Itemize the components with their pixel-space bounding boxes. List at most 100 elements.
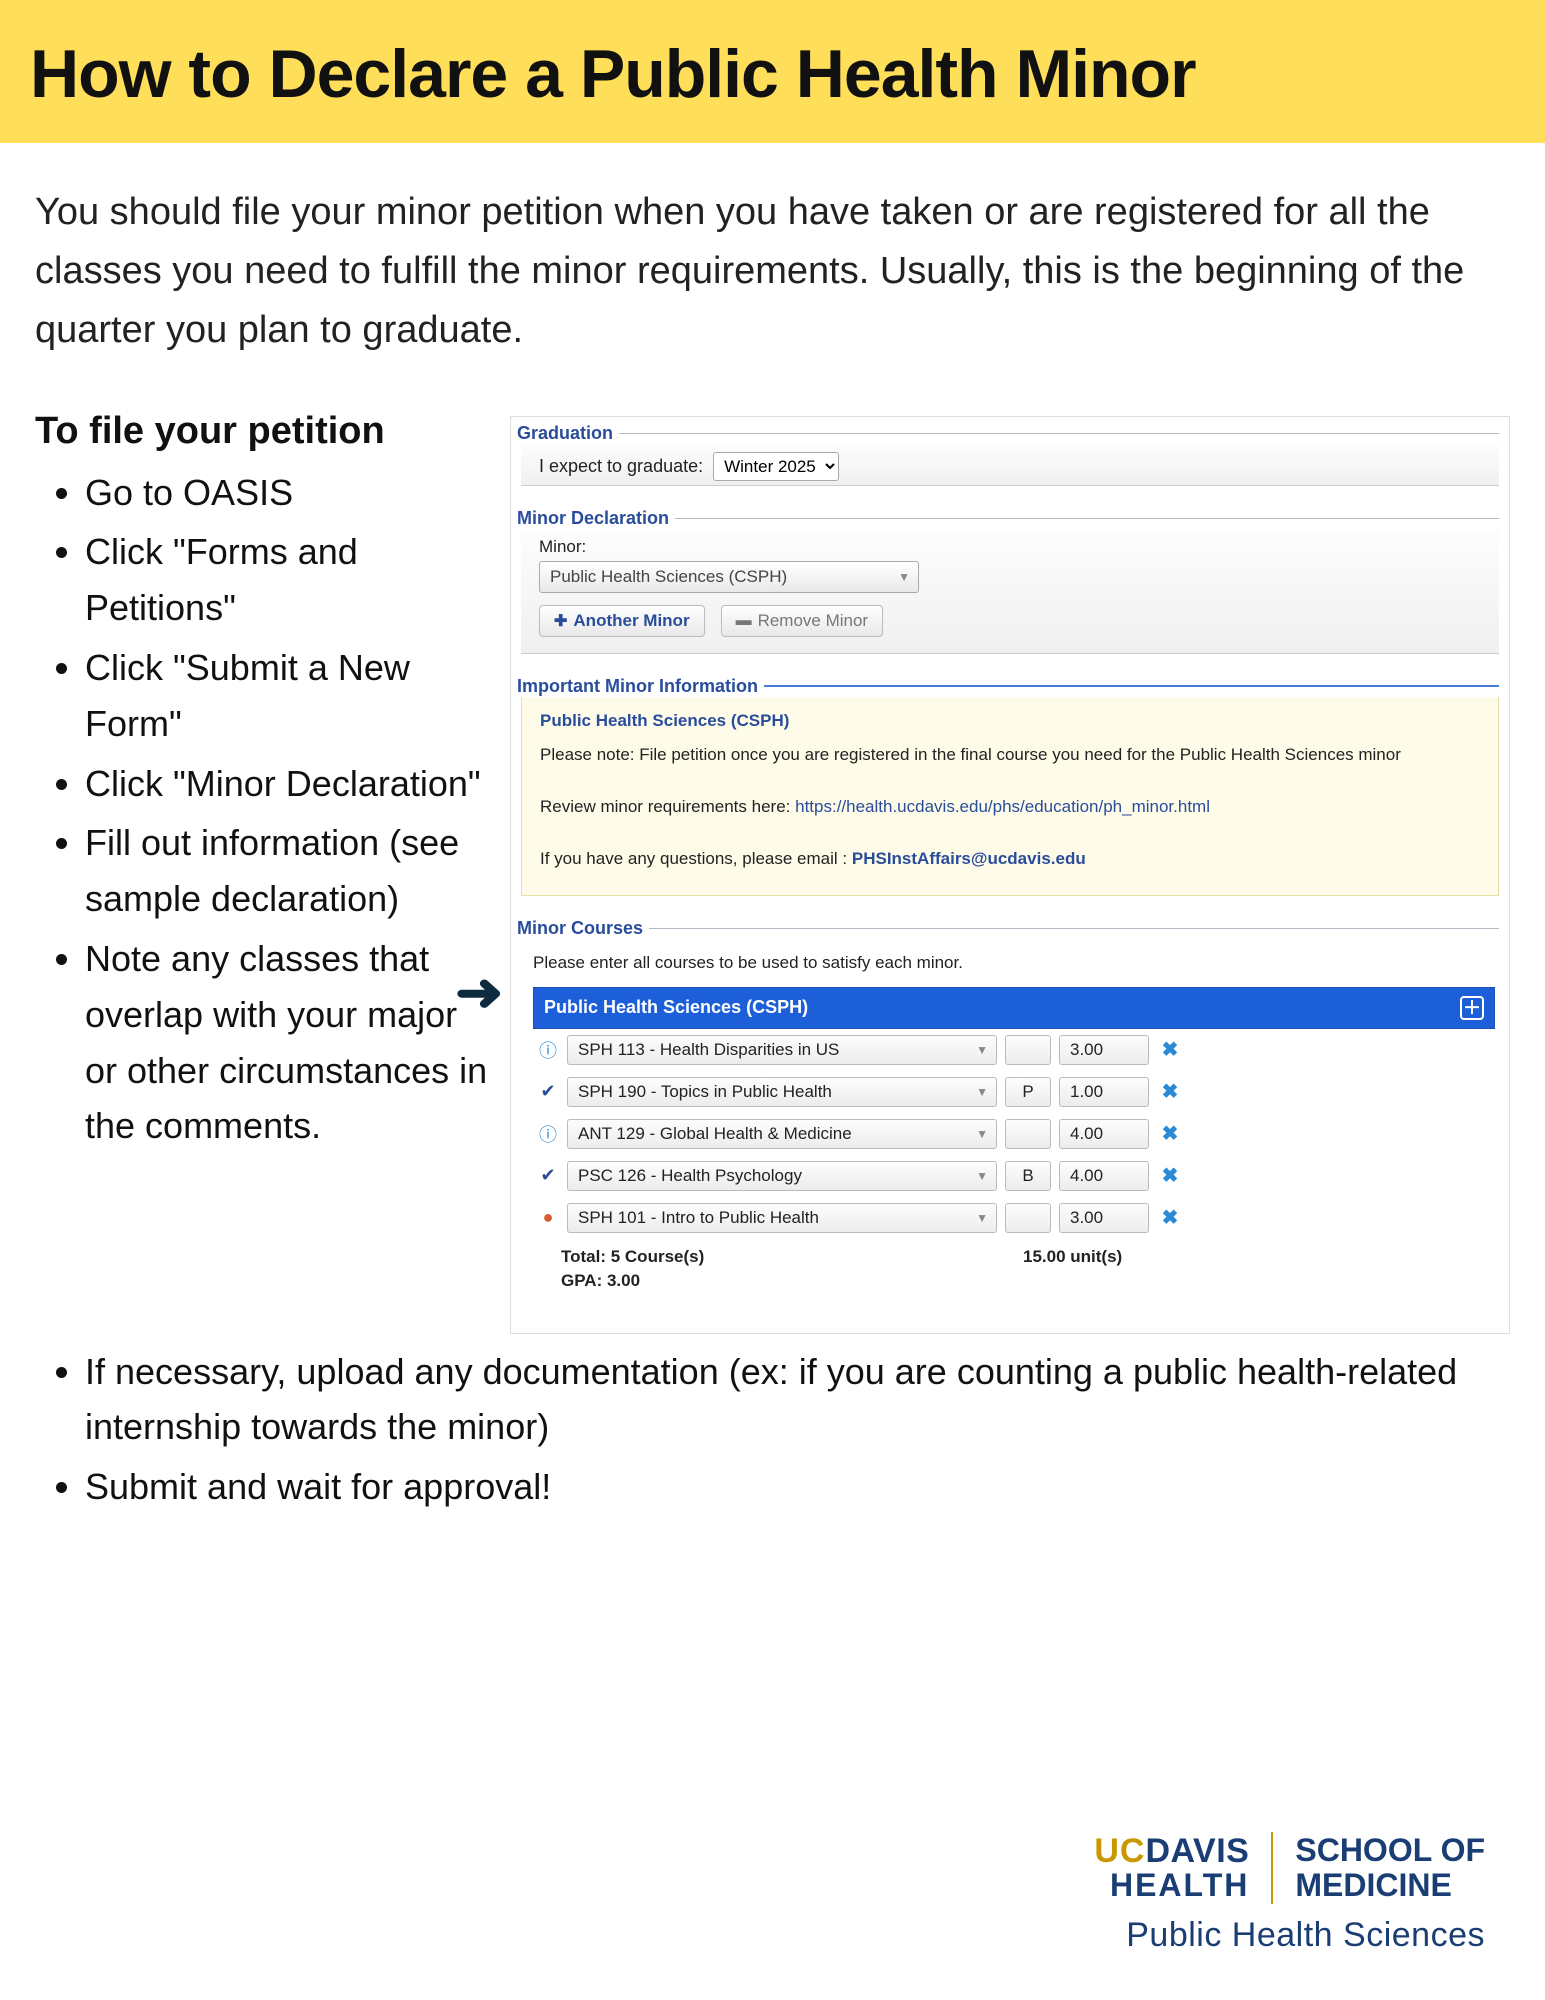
course-select[interactable]: PSC 126 - Health Psychology ▼ — [567, 1161, 997, 1191]
remove-course-button[interactable]: ✖ — [1157, 1163, 1183, 1188]
arrow-icon: ➜ — [455, 961, 504, 1022]
course-select[interactable]: SPH 101 - Intro to Public Health ▼ — [567, 1203, 997, 1233]
course-select[interactable]: ANT 129 - Global Health & Medicine ▼ — [567, 1119, 997, 1149]
course-units-cell[interactable]: 3.00 — [1059, 1035, 1149, 1065]
remove-course-button[interactable]: ✖ — [1157, 1037, 1183, 1062]
review-requirements-link[interactable]: https://health.ucdavis.edu/phs/education… — [795, 797, 1210, 816]
course-grade-cell[interactable]: B — [1005, 1161, 1051, 1191]
status-icon: ⓘ — [537, 1121, 559, 1147]
contact-email-link[interactable]: PHSInstAffairs@ucdavis.edu — [852, 849, 1086, 868]
steps-heading: To file your petition — [35, 410, 490, 453]
list-item: Fill out information (see sample declara… — [85, 815, 490, 927]
minor-select-value: Public Health Sciences (CSPH) — [550, 567, 787, 587]
steps-list: Go to OASIS Click "Forms and Petitions" … — [35, 465, 490, 1155]
remove-minor-label: Remove Minor — [758, 611, 869, 631]
another-minor-label: Another Minor — [573, 611, 689, 631]
graduate-term-select[interactable]: Winter 2025 — [713, 452, 839, 481]
course-grade-cell[interactable]: P — [1005, 1077, 1051, 1107]
chevron-down-icon: ▼ — [898, 570, 910, 584]
course-grade-cell[interactable] — [1005, 1119, 1051, 1149]
sample-screenshot-column: ➜ Graduation I expect to graduate: Winte… — [510, 410, 1510, 1334]
graduation-legend: Graduation — [517, 423, 619, 444]
list-item: Click "Submit a New Form" — [85, 640, 490, 752]
minor-courses-legend: Minor Courses — [517, 918, 649, 939]
remove-course-button[interactable]: ✖ — [1157, 1121, 1183, 1146]
status-icon: ● — [537, 1207, 559, 1228]
another-minor-button[interactable]: ✚ Another Minor — [539, 605, 705, 637]
course-grade-cell[interactable] — [1005, 1203, 1051, 1233]
course-row: ✔ SPH 190 - Topics in Public Health ▼ P 1.00… — [533, 1071, 1495, 1113]
logo-school-of: SCHOOL OF — [1295, 1833, 1485, 1868]
remove-course-button[interactable]: ✖ — [1157, 1079, 1183, 1104]
course-select[interactable]: SPH 190 - Topics in Public Health ▼ — [567, 1077, 997, 1107]
status-icon: ✔ — [537, 1081, 559, 1102]
course-row: ⓘ SPH 113 - Health Disparities in US ▼ 3.00… — [533, 1029, 1495, 1071]
status-icon: ✔ — [537, 1165, 559, 1186]
list-item: Go to OASIS — [85, 465, 490, 521]
course-grade-cell[interactable] — [1005, 1035, 1051, 1065]
minor-info-note: Please note: File petition once you are … — [540, 745, 1480, 765]
minor-info-legend: Important Minor Information — [517, 676, 764, 697]
minor-select[interactable]: Public Health Sciences (CSPH) ▼ — [539, 561, 919, 593]
minor-declaration-fieldset: Minor Declaration Minor: Public Health S… — [521, 508, 1499, 654]
list-item: Click "Forms and Petitions" — [85, 524, 490, 636]
course-group-title: Public Health Sciences (CSPH) — [544, 997, 808, 1018]
header-banner: How to Declare a Public Health Minor — [0, 0, 1545, 143]
steps-list-continued: If necessary, upload any documentation (… — [0, 1334, 1545, 1515]
chevron-down-icon: ▼ — [976, 1127, 988, 1141]
course-units-cell[interactable]: 4.00 — [1059, 1161, 1149, 1191]
remove-course-button[interactable]: ✖ — [1157, 1205, 1183, 1230]
course-units-cell[interactable]: 4.00 — [1059, 1119, 1149, 1149]
logo-divider — [1271, 1832, 1273, 1904]
list-item: Click "Minor Declaration" — [85, 756, 490, 812]
course-row: ⓘ ANT 129 - Global Health & Medicine ▼ 4.00… — [533, 1113, 1495, 1155]
list-item: Submit and wait for approval! — [85, 1459, 1510, 1515]
course-row: ● SPH 101 - Intro to Public Health ▼ 3.00 ✖ — [533, 1197, 1495, 1239]
logo-phs: Public Health Sciences — [1094, 1916, 1485, 1955]
chevron-down-icon: ▼ — [976, 1169, 988, 1183]
oasis-sample-panel: Graduation I expect to graduate: Winter … — [510, 416, 1510, 1334]
page-title: How to Declare a Public Health Minor — [30, 35, 1515, 113]
course-row: ✔ PSC 126 - Health Psychology ▼ B 4.00 ✖ — [533, 1155, 1495, 1197]
intro-paragraph: You should file your minor petition when… — [0, 143, 1545, 370]
minor-courses-note: Please enter all courses to be used to s… — [533, 953, 1495, 973]
logo-uc: UC — [1094, 1832, 1145, 1870]
logo-health: HEALTH — [1094, 1867, 1249, 1904]
total-courses-label: Total: 5 Course(s) — [561, 1247, 1023, 1267]
footer-logo: UCDAVIS HEALTH SCHOOL OF MEDICINE Public… — [1094, 1832, 1485, 1955]
gpa-label: GPA: 3.00 — [533, 1269, 1495, 1297]
review-prefix: Review minor requirements here: — [540, 797, 795, 816]
minor-info-title: Public Health Sciences (CSPH) — [540, 711, 1480, 731]
course-name: SPH 190 - Topics in Public Health — [578, 1082, 832, 1102]
course-group-header: Public Health Sciences (CSPH) ＋ — [533, 987, 1495, 1029]
graduation-fieldset: Graduation I expect to graduate: Winter … — [521, 423, 1499, 486]
course-name: PSC 126 - Health Psychology — [578, 1166, 802, 1186]
remove-minor-button[interactable]: ▬ Remove Minor — [721, 605, 884, 637]
logo-davis: DAVIS — [1145, 1832, 1249, 1870]
list-item: If necessary, upload any documentation (… — [85, 1344, 1510, 1456]
course-units-cell[interactable]: 3.00 — [1059, 1203, 1149, 1233]
minus-icon: ▬ — [736, 612, 752, 630]
chevron-down-icon: ▼ — [976, 1211, 988, 1225]
steps-column: To file your petition Go to OASIS Click … — [35, 410, 490, 1334]
minor-label: Minor: — [539, 537, 1495, 557]
minor-declaration-legend: Minor Declaration — [517, 508, 675, 529]
course-units-cell[interactable]: 1.00 — [1059, 1077, 1149, 1107]
email-prefix: If you have any questions, please email … — [540, 849, 852, 868]
course-name: SPH 101 - Intro to Public Health — [578, 1208, 819, 1228]
logo-medicine: MEDICINE — [1295, 1868, 1485, 1903]
minor-info-fieldset: Important Minor Information Public Healt… — [521, 676, 1499, 896]
course-select[interactable]: SPH 113 - Health Disparities in US ▼ — [567, 1035, 997, 1065]
graduate-label: I expect to graduate: — [539, 456, 703, 477]
status-icon: ⓘ — [537, 1037, 559, 1063]
total-units-label: 15.00 unit(s) — [1023, 1247, 1122, 1267]
plus-icon: ✚ — [554, 611, 567, 631]
minor-courses-fieldset: Minor Courses Please enter all courses t… — [521, 918, 1499, 1301]
chevron-down-icon: ▼ — [976, 1085, 988, 1099]
add-course-button[interactable]: ＋ — [1460, 996, 1484, 1020]
course-name: SPH 113 - Health Disparities in US — [578, 1040, 839, 1060]
course-totals-row: Total: 5 Course(s) 15.00 unit(s) — [533, 1239, 1495, 1269]
list-item: Note any classes that overlap with your … — [85, 931, 490, 1154]
course-name: ANT 129 - Global Health & Medicine — [578, 1124, 852, 1144]
chevron-down-icon: ▼ — [976, 1043, 988, 1057]
